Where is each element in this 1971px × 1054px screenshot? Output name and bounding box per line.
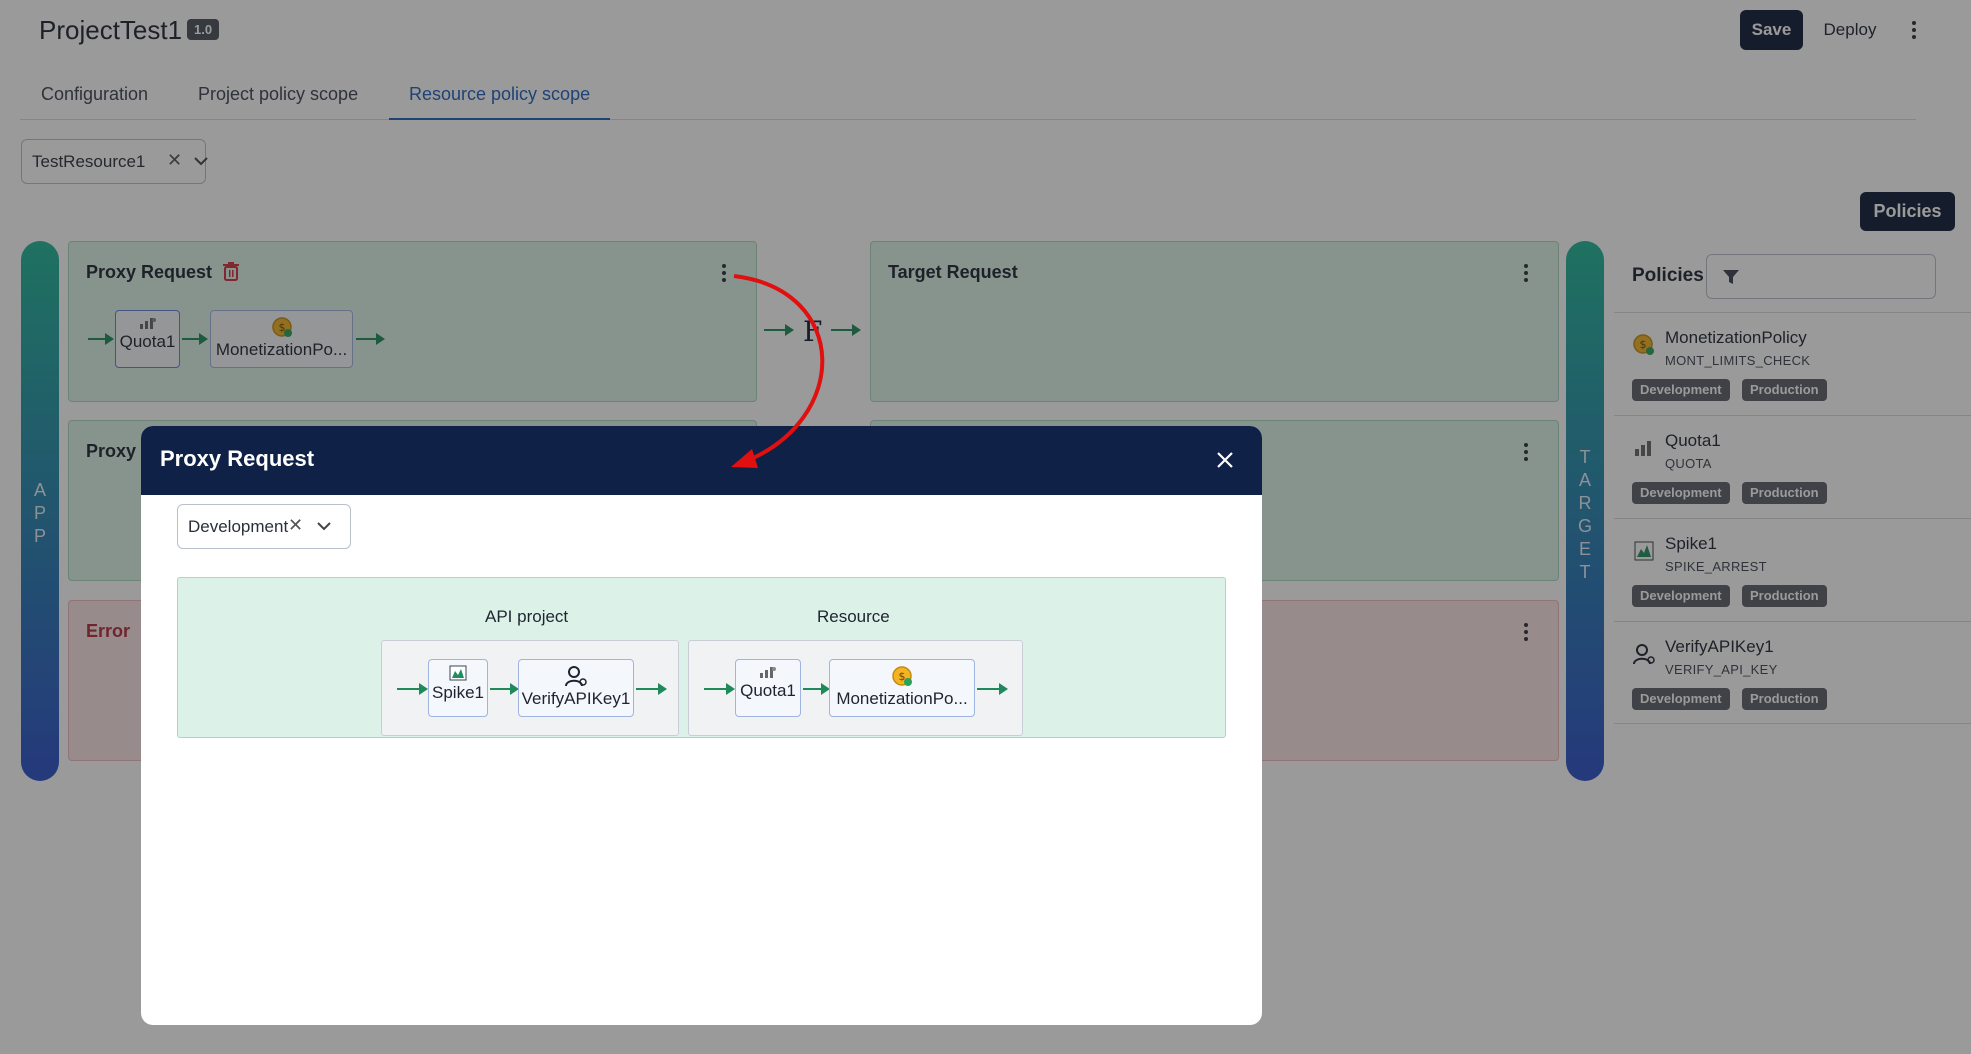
section-label-api-project: API project	[485, 607, 569, 626]
clear-icon[interactable]: ✕	[288, 515, 303, 536]
policy-chip[interactable]: Spike1	[428, 659, 488, 717]
flow-arrow	[397, 683, 428, 695]
policy-chip[interactable]: Quota1	[735, 659, 801, 717]
environment-select[interactable]: Development ✕	[177, 504, 351, 549]
flow-arrow	[636, 683, 667, 695]
spike-icon	[449, 665, 467, 681]
chip-label: Quota1	[740, 681, 796, 700]
chip-label: Spike1	[432, 683, 484, 702]
chip-label: MonetizationPo...	[836, 689, 968, 708]
flow-arrow	[490, 683, 519, 695]
modal-flow-preview: API project Resource Spike1 VerifyAPIKey…	[177, 577, 1226, 738]
resource-group: Quota1 $ MonetizationPo...	[688, 640, 1023, 736]
section-label-resource: Resource	[817, 607, 890, 626]
proxy-request-modal: Proxy Request Development ✕ API project …	[141, 426, 1262, 1025]
chip-label: VerifyAPIKey1	[521, 689, 631, 708]
environment-select-value: Development	[188, 517, 289, 536]
policy-chip[interactable]: VerifyAPIKey1	[518, 659, 634, 717]
close-icon[interactable]	[1213, 448, 1237, 472]
policy-chip[interactable]: $ MonetizationPo...	[829, 659, 975, 717]
chevron-down-icon[interactable]	[315, 517, 333, 535]
quota-icon	[760, 667, 776, 678]
modal-title: Proxy Request	[160, 446, 315, 471]
flow-arrow	[803, 683, 830, 695]
modal-header: Proxy Request	[141, 426, 1262, 495]
monetization-icon: $	[892, 666, 912, 686]
verify-key-icon	[565, 666, 587, 687]
flow-arrow	[977, 683, 1008, 695]
flow-arrow	[704, 683, 735, 695]
api-project-group: Spike1 VerifyAPIKey1	[381, 640, 679, 736]
